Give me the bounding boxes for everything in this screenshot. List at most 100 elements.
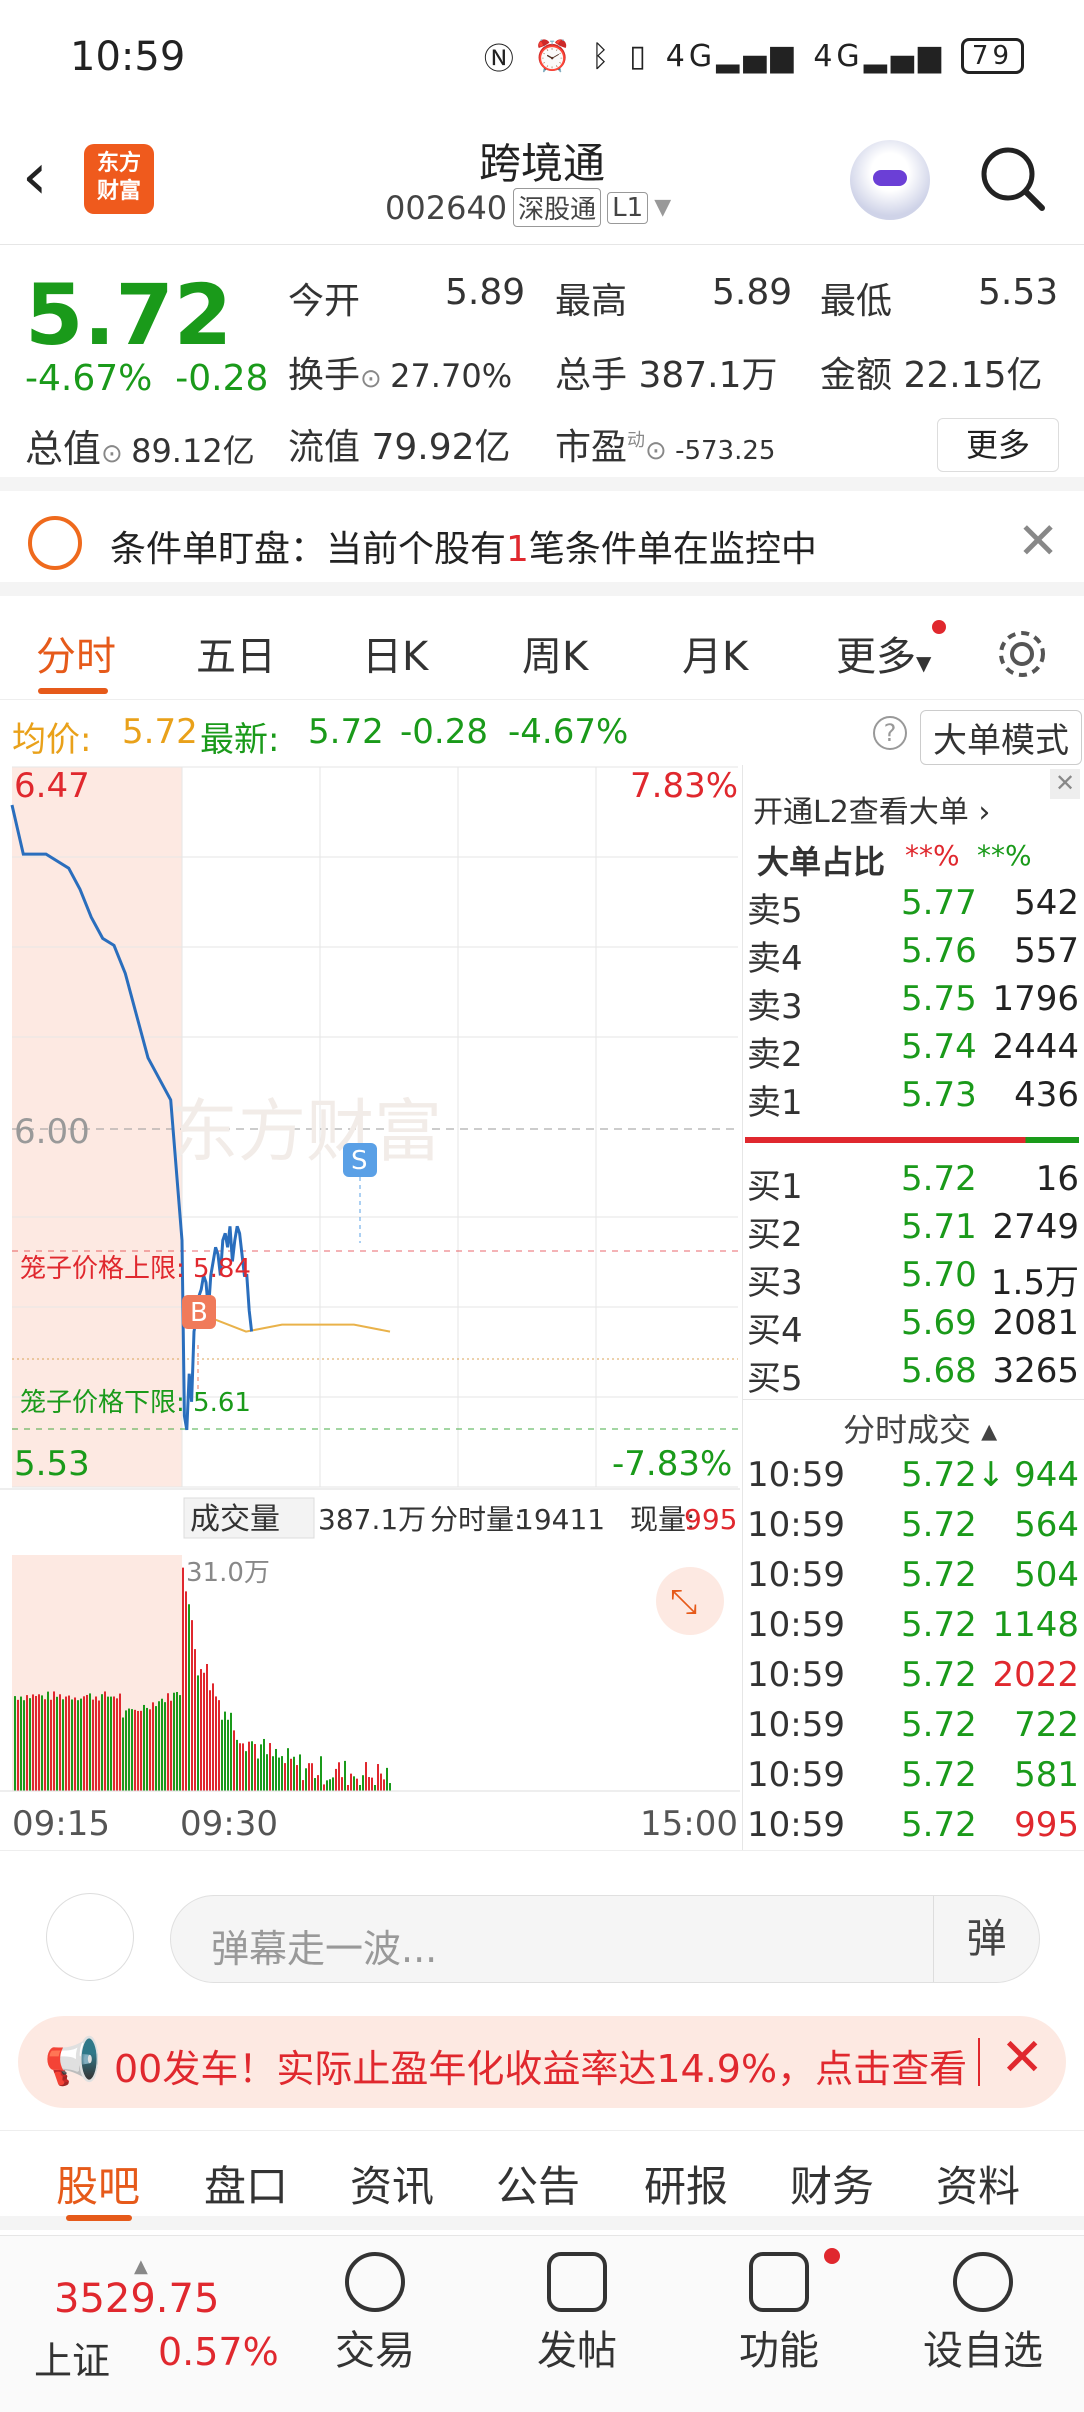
volume-bar: [227, 1719, 229, 1791]
tab-5day[interactable]: 五日: [196, 624, 276, 682]
tick-volume: 581: [1014, 1755, 1079, 1795]
close-l2-icon[interactable]: ✕: [1050, 769, 1080, 799]
open-l2-link[interactable]: 开通L2查看大单 ›: [753, 787, 990, 831]
volume-bar: [377, 1764, 379, 1791]
danmaku-toggle-button[interactable]: 弹: [933, 1896, 1039, 1982]
help-icon[interactable]: ?: [873, 716, 907, 750]
bid-row: 买4 5.69 2081: [743, 1303, 1084, 1351]
volume-bar: [17, 1699, 19, 1791]
tab-weekly-k[interactable]: 周K: [522, 624, 588, 682]
intraday-chart[interactable]: 东方财富 S B 6.47 7.83% 6.00 笼子价格上限: 5.84 笼子…: [0, 765, 740, 1845]
volume-bar: [47, 1691, 49, 1791]
big-order-mode-button[interactable]: 大单模式: [920, 710, 1082, 765]
high-value: 5.89: [712, 272, 793, 313]
volume-bar: [143, 1704, 145, 1791]
tick-price: 5.72: [901, 1555, 977, 1595]
volume-bar: [179, 1695, 181, 1791]
search-icon[interactable]: [978, 144, 1048, 214]
volume-bar: [362, 1775, 364, 1791]
tick-price: 5.72: [901, 1655, 977, 1695]
volume-bar: [20, 1696, 22, 1791]
level-tag: L1: [607, 191, 649, 224]
volume-bar: [86, 1694, 88, 1791]
tick-time: 10:59: [747, 1805, 845, 1845]
volume-bar: [305, 1768, 307, 1791]
volume-fen-label: 分时量:: [430, 1503, 523, 1536]
edit-icon: [547, 2252, 607, 2312]
title-bar: ‹ 东方 财富 跨境通 002640 深股通 L1 ▼: [0, 110, 1084, 245]
ticks-title[interactable]: 分时成交 ▴: [843, 1405, 997, 1451]
volume-bar: [302, 1780, 304, 1791]
tab-profile[interactable]: 资料: [936, 2153, 1020, 2214]
danmaku-placeholder: 弹幕走一波...: [211, 1927, 438, 1971]
info-tabs: 股吧 盘口 资讯 公告 研报 财务 资料: [0, 2130, 1084, 2230]
volume-bar: [26, 1695, 28, 1791]
tab-daily-k[interactable]: 日K: [362, 624, 428, 682]
volume-bar: [38, 1694, 40, 1791]
volume-bar: [254, 1744, 256, 1791]
bid-price: 5.72: [901, 1159, 977, 1199]
volume-bar: [230, 1712, 232, 1791]
close-icon[interactable]: ✕: [1000, 2028, 1044, 2088]
change-row: -4.67% -0.28: [25, 358, 269, 399]
promo-text: 00发车！实际止盈年化收益率达14.9%，点击查看: [114, 2047, 968, 2091]
volume-bar: [41, 1695, 43, 1791]
close-icon[interactable]: ✕: [1017, 512, 1059, 570]
index-name: 上证: [34, 2339, 111, 2383]
volume-bar: [29, 1698, 31, 1791]
volume-bar: [182, 1567, 184, 1791]
y-min-pct: -7.83%: [612, 1444, 732, 1484]
tab-announcements[interactable]: 公告: [496, 2153, 580, 2214]
volume-bar: [167, 1693, 169, 1791]
post-button[interactable]: 发帖: [512, 2252, 642, 2376]
more-button[interactable]: 更多: [937, 418, 1059, 472]
tick-time: 10:59: [747, 1705, 845, 1745]
tab-monthly-k[interactable]: 月K: [682, 624, 748, 682]
volume-bar: [239, 1743, 241, 1791]
tab-news[interactable]: 资讯: [350, 2153, 434, 2214]
robot-assistant-icon[interactable]: [850, 140, 930, 220]
avg-label: 均价:: [12, 720, 92, 760]
tab-research[interactable]: 研报: [644, 2153, 728, 2214]
danmaku-settings-icon[interactable]: [46, 1893, 134, 1981]
index-ticker[interactable]: ▲ 3529.75 上证 0.57%: [24, 2256, 279, 2386]
stock-code: 002640: [385, 188, 508, 227]
function-button[interactable]: 功能: [714, 2252, 844, 2376]
volume-bar: [23, 1700, 25, 1791]
quote-panel: 5.72 -4.67% -0.28 总值⊙ 89.12亿 今开 5.89 最高 …: [0, 246, 1084, 491]
volume-bar: [158, 1701, 160, 1791]
condition-order-notice[interactable]: 条件单盯盘：当前个股有1笔条件单在监控中 ✕: [0, 496, 1084, 596]
volume-bar: [344, 1760, 346, 1791]
high-label: 最高: [555, 281, 628, 322]
ask-level: 卖4: [747, 939, 803, 979]
tab-more[interactable]: 更多▼: [836, 624, 931, 682]
tab-intraday[interactable]: 分时: [36, 624, 116, 682]
volume-bar: [188, 1604, 190, 1791]
volume-bar: [206, 1663, 208, 1791]
y-min-label: 5.53: [14, 1444, 90, 1484]
ask-row: 卖1 5.73 436: [743, 1075, 1084, 1123]
volume-bar: [380, 1773, 382, 1791]
danmaku-input[interactable]: 弹幕走一波... 弹: [170, 1895, 1040, 1983]
tick-row: 10:59 5.72 2022: [743, 1655, 1084, 1703]
trade-icon: [345, 2252, 405, 2312]
tab-pankou[interactable]: 盘口: [204, 2153, 288, 2214]
tab-finance[interactable]: 财务: [790, 2153, 874, 2214]
volume-bar: [104, 1691, 106, 1791]
bid-volume: 2749: [992, 1207, 1079, 1247]
tick-price: 5.72: [901, 1755, 977, 1795]
volume-bar: [14, 1696, 16, 1791]
settings-gear-icon[interactable]: [994, 626, 1050, 682]
add-watchlist-button[interactable]: 设自选: [918, 2252, 1048, 2376]
tab-guba[interactable]: 股吧: [56, 2153, 140, 2214]
promo-banner[interactable]: 📢 00发车！实际止盈年化收益率达14.9%，点击查看 ✕: [18, 2016, 1066, 2108]
comment-bar: 弹幕走一波... 弹: [0, 1850, 1084, 1985]
stock-code-row[interactable]: 002640 深股通 L1 ▼: [385, 188, 671, 227]
volume-bar: [65, 1696, 67, 1791]
trade-button[interactable]: 交易: [310, 2252, 440, 2376]
tick-volume: 504: [1014, 1555, 1079, 1595]
pe-ratio: 市盈动⊙ -573.25: [555, 427, 776, 468]
volume-bar: [95, 1696, 97, 1791]
volume-bar: [275, 1748, 277, 1791]
volume-bar: [287, 1748, 289, 1791]
